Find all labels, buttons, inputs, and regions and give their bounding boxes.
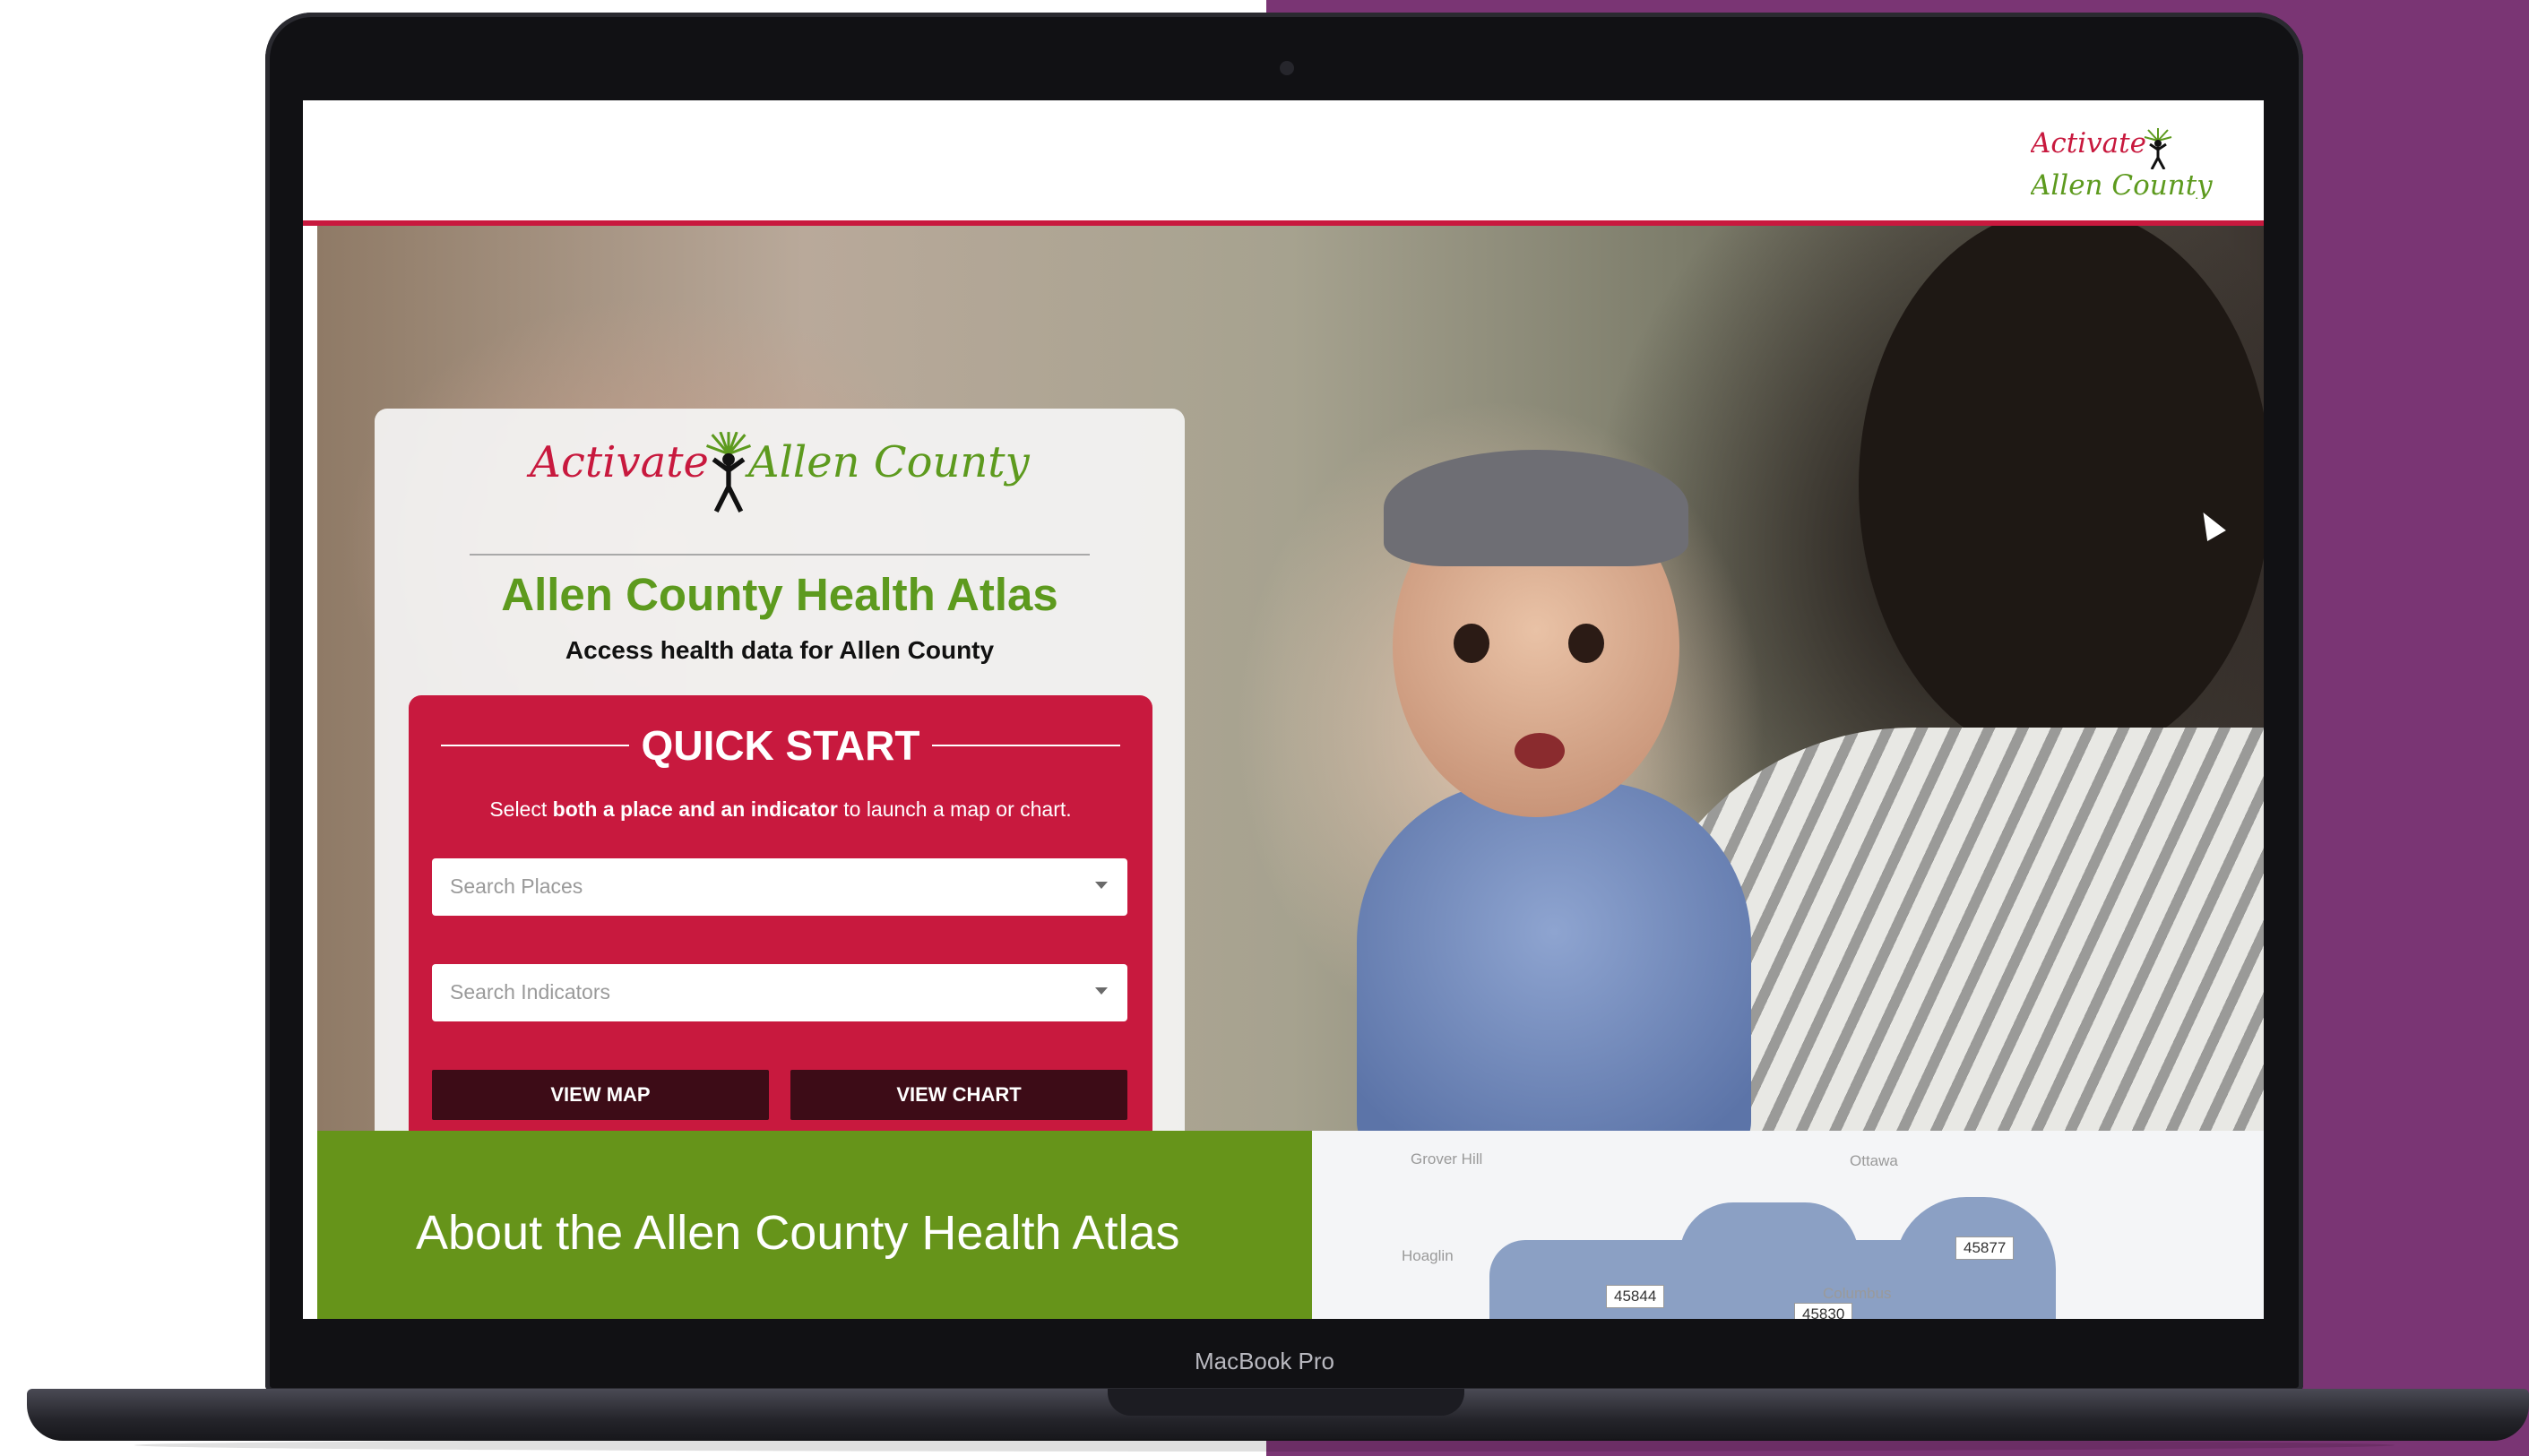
laptop-notch: [1108, 1389, 1464, 1416]
zip-code-badge: 45830: [1794, 1303, 1853, 1319]
zip-code-badge: 45844: [1606, 1285, 1665, 1308]
map-region: [1679, 1202, 1859, 1283]
header-logo-part1: Activate: [2031, 127, 2146, 159]
instructions-suffix: to launch a map or chart.: [837, 797, 1072, 821]
view-map-button[interactable]: VIEW MAP: [432, 1070, 769, 1120]
webcam-icon: [1280, 61, 1294, 75]
hero-section: Activate Allen County Allen County Health…: [317, 226, 2264, 1131]
card-logo-part1: Activate: [530, 437, 709, 488]
chevron-down-icon[interactable]: [1095, 987, 1108, 995]
page-subtitle: Access health data for Allen County: [565, 636, 995, 664]
hero-photo-eye: [1454, 624, 1489, 663]
hero-photo-baby-body: [1357, 781, 1751, 1131]
hero-photo-headband: [1384, 450, 1688, 566]
search-places-placeholder: Search Places: [450, 874, 583, 898]
map-place-label: Columbus: [1823, 1285, 1892, 1302]
about-title: About the Allen County Health Atlas: [416, 1206, 1180, 1260]
logo-figure-icon: [2144, 127, 2172, 169]
zip-code-badge: 45877: [1955, 1236, 2015, 1260]
logo-figure-icon: [705, 432, 751, 513]
card-logo: Activate Allen County: [375, 432, 1185, 521]
view-chart-button[interactable]: VIEW CHART: [790, 1070, 1127, 1120]
about-section: About the Allen County Health Atlas: [317, 1131, 1312, 1319]
quick-start-instructions: Select both a place and an indicator to …: [409, 797, 1152, 822]
hero-photo-eye: [1568, 624, 1604, 663]
quick-start-panel: QUICK START Select both a place and an i…: [409, 695, 1152, 1131]
instructions-bold: both a place and an indicator: [552, 797, 838, 821]
device-model-label: MacBook Pro: [1194, 1348, 1335, 1374]
chevron-down-icon[interactable]: [1095, 882, 1108, 889]
map-place-label: Ottawa: [1850, 1152, 1898, 1169]
hero-photo-mouth: [1515, 733, 1565, 769]
laptop-shadow: [134, 1439, 2395, 1452]
search-places-select[interactable]: Search Places: [432, 858, 1127, 916]
quick-start-title: QUICK START: [641, 722, 920, 769]
card-logo-part2: Allen County: [747, 437, 1030, 488]
heading-rule: [932, 745, 1120, 746]
map-preview[interactable]: Grover Hill Ottawa Hoaglin Columbus 4587…: [1312, 1131, 2264, 1319]
card-divider: [470, 554, 1090, 556]
search-indicators-placeholder: Search Indicators: [450, 980, 610, 1004]
header-logo[interactable]: Activate Allen County: [2031, 127, 2264, 199]
heading-rule: [441, 745, 629, 746]
quick-start-heading: QUICK START: [441, 719, 1120, 772]
hero-card: Activate Allen County Allen County Health…: [375, 409, 1185, 1131]
map-place-label: Hoaglin: [1402, 1247, 1454, 1264]
page-title: Allen County Health Atlas: [501, 569, 1058, 620]
hero-photo-parent-head: [1859, 226, 2264, 763]
laptop-screen: Activate Allen County Activate Allen Count…: [303, 100, 2264, 1319]
search-indicators-select[interactable]: Search Indicators: [432, 964, 1127, 1021]
site-header: Activate Allen County: [303, 100, 2264, 226]
header-logo-part2: Allen County: [2031, 168, 2213, 199]
instructions-prefix: Select: [489, 797, 553, 821]
map-place-label: Grover Hill: [1411, 1150, 1483, 1167]
